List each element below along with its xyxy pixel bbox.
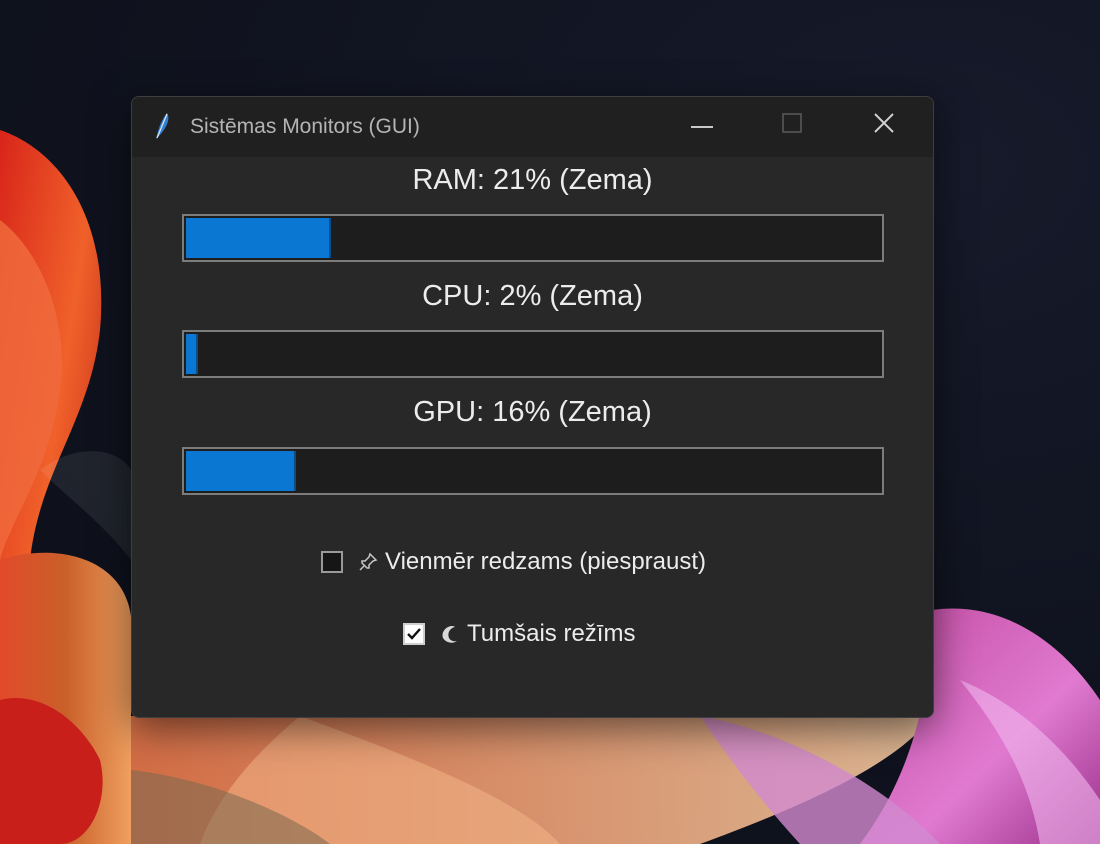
minimize-button[interactable] <box>672 97 732 153</box>
dark-mode-checkbox[interactable] <box>403 623 425 645</box>
maximize-button[interactable] <box>762 97 822 153</box>
dark-mode-option[interactable]: Tumšais režīms <box>403 619 635 649</box>
crescent-moon-icon <box>439 623 461 645</box>
always-on-top-checkbox[interactable] <box>321 551 343 573</box>
gpu-label: GPU: 16% (Zema) <box>413 396 652 428</box>
cpu-progress-fill <box>186 334 198 374</box>
gpu-progress-fill <box>186 451 296 491</box>
dark-mode-label: Tumšais režīms <box>467 620 636 647</box>
feather-icon <box>152 111 172 141</box>
title-bar[interactable]: Sistēmas Monitors (GUI) <box>132 97 933 157</box>
window-title: Sistēmas Monitors (GUI) <box>190 115 420 138</box>
ram-label: RAM: 21% (Zema) <box>412 164 653 196</box>
ram-progress-bar <box>182 214 884 262</box>
gpu-progress-bar <box>182 447 884 495</box>
close-icon <box>873 112 895 139</box>
close-button[interactable] <box>854 97 914 153</box>
checkmark-icon <box>407 628 421 640</box>
maximize-icon <box>782 112 802 138</box>
cpu-progress-bar <box>182 330 884 378</box>
ram-progress-fill <box>186 218 331 258</box>
minimize-icon <box>691 116 713 134</box>
app-window: Sistēmas Monitors (GUI) RAM: 21% (Zema) … <box>131 96 934 718</box>
pushpin-icon <box>357 551 379 573</box>
always-on-top-label: Vienmēr redzams (piespraust) <box>385 548 707 575</box>
always-on-top-option[interactable]: Vienmēr redzams (piespraust) <box>321 547 706 577</box>
desktop: Sistēmas Monitors (GUI) RAM: 21% (Zema) … <box>0 0 1100 844</box>
cpu-label: CPU: 2% (Zema) <box>422 280 643 312</box>
